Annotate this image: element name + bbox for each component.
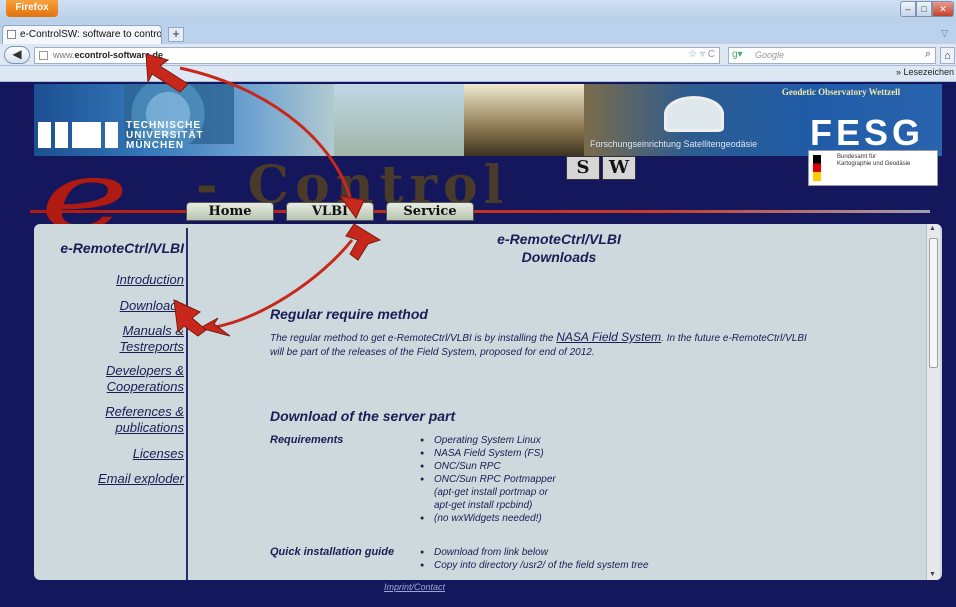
requirements-label: Requirements — [270, 434, 344, 446]
econtrol-logo: e - Control SW Bundesamt für Kartographi… — [0, 150, 956, 244]
sidebar-item-downloads[interactable]: Downloads — [120, 298, 184, 314]
sw-badge: SW — [566, 156, 636, 180]
scroll-down-icon[interactable]: ▼ — [929, 571, 936, 578]
nasa-field-system-link[interactable]: NASA Field System — [556, 330, 661, 344]
list-item: NASA Field System (FS) — [420, 447, 556, 460]
tab-title: e-ControlSW: software to control telesco… — [20, 29, 162, 40]
content-panel: e-RemoteCtrl/VLBI Introduction Downloads… — [34, 224, 942, 580]
window-titlebar: Firefox – □ ✕ — [0, 0, 956, 22]
new-tab-button[interactable]: + — [168, 27, 184, 42]
requirements-list: Operating System Linux NASA Field System… — [420, 434, 556, 525]
browser-tab[interactable]: e-ControlSW: software to control telesco… — [2, 25, 162, 44]
list-item: Operating System Linux — [420, 434, 556, 447]
imprint-link[interactable]: Imprint/Contact — [384, 582, 445, 592]
url-bar[interactable]: www.econtrol-software.de ☆ ▿ C — [34, 47, 720, 64]
tum-name: TECHNISCHE UNIVERSITÄT MÜNCHEN — [126, 120, 204, 151]
back-button[interactable]: ◀ — [4, 46, 30, 64]
sidebar-item-licenses[interactable]: Licenses — [133, 446, 184, 462]
section-text-regular: The regular method to get e-RemoteCtrl/V… — [270, 330, 807, 358]
search-bar[interactable]: g▾ Google ⌕ — [728, 47, 936, 64]
tab-list-icon[interactable]: ▽ — [941, 28, 948, 39]
header-banner: TECHNISCHE UNIVERSITÄT MÜNCHEN Geodetic … — [34, 84, 942, 156]
bookmarks-toolbar: » Lesezeichen — [0, 66, 956, 82]
list-item: ONC/Sun RPC — [420, 460, 556, 473]
nav-home[interactable]: Home — [186, 202, 274, 221]
bkg-logo[interactable]: Bundesamt für Kartographie und Geodäsie — [808, 150, 938, 186]
radio-telescope-photo — [334, 84, 724, 156]
sidebar-item-email-exploder[interactable]: Email exploder — [98, 471, 184, 487]
logo-underline — [30, 210, 930, 213]
list-item: (no wxWidgets needed!) — [420, 512, 556, 525]
list-item: ONC/Sun RPC Portmapper — [420, 473, 556, 486]
page-icon — [7, 30, 16, 39]
scroll-up-icon[interactable]: ▲ — [929, 225, 936, 232]
navigation-toolbar: ◀ www.econtrol-software.de ☆ ▿ C g▾ Goog… — [0, 44, 956, 66]
nav-vlbi[interactable]: VLBI — [286, 202, 374, 221]
google-icon[interactable]: g▾ — [732, 49, 743, 60]
close-window-button[interactable]: ✕ — [932, 1, 954, 17]
sidebar: e-RemoteCtrl/VLBI Introduction Downloads… — [34, 224, 184, 580]
firefox-menu-button[interactable]: Firefox — [6, 0, 58, 17]
nav-service[interactable]: Service — [386, 202, 474, 221]
scroll-thumb[interactable] — [929, 238, 938, 368]
sidebar-item-references[interactable]: References & publications — [105, 404, 184, 436]
observatory-photo — [464, 84, 584, 156]
site-identity-icon[interactable] — [39, 51, 48, 60]
german-flag-icon — [813, 155, 821, 181]
list-item: Download from link below — [420, 546, 649, 559]
list-item: Copy into directory /usr2/ of the field … — [420, 559, 649, 572]
section-heading-regular: Regular require method — [270, 306, 428, 322]
bookmark-star-icon[interactable]: ☆ ▿ C — [688, 49, 715, 60]
web-page: TECHNISCHE UNIVERSITÄT MÜNCHEN Geodetic … — [0, 82, 956, 607]
page-scrollbar[interactable]: ▲ ▼ — [926, 224, 940, 580]
section-heading-server: Download of the server part — [270, 408, 456, 424]
research-facility-name: Forschungseinrichtung Satellitengeodäsie — [590, 139, 758, 149]
sidebar-item-developers[interactable]: Developers & Cooperations — [106, 363, 184, 395]
quick-install-label: Quick installation guide — [270, 546, 395, 558]
sidebar-item-manuals[interactable]: Manuals & Testreports — [119, 323, 184, 355]
observatory-name: Geodetic Observatory Wettzell — [781, 87, 901, 97]
sidebar-title: e-RemoteCtrl/VLBI — [60, 240, 184, 256]
home-button[interactable]: ⌂ — [940, 47, 955, 64]
search-input[interactable]: Google — [755, 50, 784, 60]
main-navigation: Home VLBI Service — [186, 202, 474, 221]
fesg-logo[interactable]: FESG — [810, 114, 924, 152]
bookmarks-menu[interactable]: » Lesezeichen — [896, 67, 954, 77]
maximize-button[interactable]: □ — [916, 1, 932, 17]
tab-bar: e-ControlSW: software to control telesco… — [0, 22, 956, 44]
sidebar-item-introduction[interactable]: Introduction — [116, 272, 184, 288]
url-text: www.econtrol-software.de — [53, 50, 164, 60]
page-title: e-RemoteCtrl/VLBI Downloads — [497, 231, 621, 265]
minimize-button[interactable]: – — [900, 1, 916, 17]
quick-install-list: Download from link below Copy into direc… — [420, 546, 649, 572]
list-item: (apt-get install portmap or — [434, 487, 548, 498]
list-item: apt-get install rpcbind) — [434, 500, 533, 511]
search-icon[interactable]: ⌕ — [925, 48, 931, 61]
sidebar-divider — [186, 228, 188, 580]
